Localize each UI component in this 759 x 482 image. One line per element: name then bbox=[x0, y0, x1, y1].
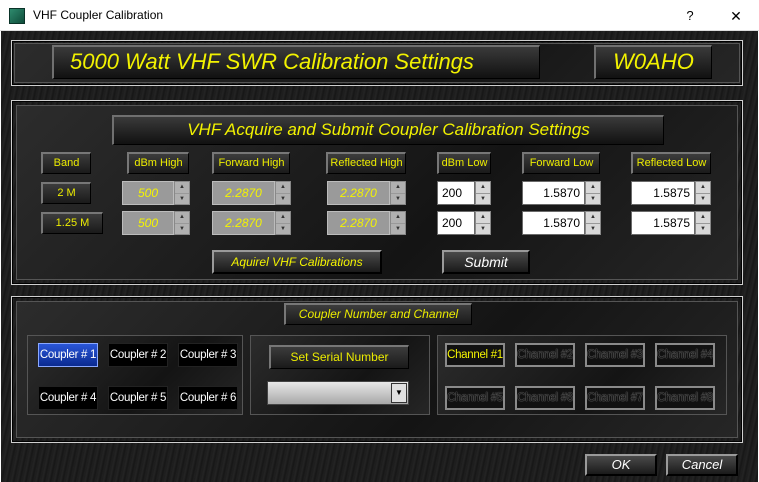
dbm-high-stepper: 500 ▲ ▼ bbox=[122, 211, 190, 235]
forward-high-stepper: 2.2870 ▲ ▼ bbox=[212, 211, 291, 235]
channel-8-button[interactable]: Channel #8 bbox=[655, 386, 715, 410]
dbm-low-stepper[interactable]: 200 ▲ ▼ bbox=[437, 181, 491, 205]
channel-7-button[interactable]: Channel #7 bbox=[585, 386, 645, 410]
reflected-low-stepper[interactable]: 1.5875 ▲ ▼ bbox=[631, 181, 711, 205]
serial-number-select[interactable]: ▼ bbox=[267, 381, 409, 405]
forward-low-stepper[interactable]: 1.5870 ▲ ▼ bbox=[522, 181, 601, 205]
forward-high-stepper: 2.2870 ▲ ▼ bbox=[212, 181, 291, 205]
band-2m-label: 2 M bbox=[41, 182, 91, 204]
channel-5-button[interactable]: Channel #5 bbox=[445, 386, 505, 410]
ok-button[interactable]: OK bbox=[585, 454, 657, 476]
chevron-down-icon[interactable]: ▼ bbox=[391, 383, 407, 403]
channel-2-button[interactable]: Channel #2 bbox=[515, 343, 575, 367]
col-dbm-high: dBm High bbox=[127, 152, 189, 174]
acquire-title: VHF Acquire and Submit Coupler Calibrati… bbox=[112, 115, 664, 145]
channel-3-button[interactable]: Channel #3 bbox=[585, 343, 645, 367]
reflected-high-stepper: 2.2870 ▲ ▼ bbox=[327, 211, 406, 235]
col-reflected-high: Reflected High bbox=[326, 152, 406, 174]
coupler-3-button[interactable]: Coupler # 3 bbox=[178, 343, 238, 367]
coupler-2-button[interactable]: Coupler # 2 bbox=[108, 343, 168, 367]
forward-low-stepper[interactable]: 1.5870 ▲ ▼ bbox=[522, 211, 601, 235]
dialog-client: 5000 Watt VHF SWR Calibration Settings W… bbox=[1, 31, 758, 482]
dbm-high-stepper: 500 ▲ ▼ bbox=[122, 181, 190, 205]
band-125m-label: 1.25 M bbox=[41, 212, 103, 234]
coupler-5-button[interactable]: Coupler # 5 bbox=[108, 386, 168, 410]
callsign-label: W0AHO bbox=[594, 45, 712, 79]
submit-button[interactable]: Submit bbox=[442, 250, 530, 274]
col-band: Band bbox=[41, 152, 91, 174]
coupler-6-button[interactable]: Coupler # 6 bbox=[178, 386, 238, 410]
serial-number-label: Set Serial Number bbox=[269, 345, 409, 369]
acquire-calibrations-button[interactable]: Aquirel VHF Calibrations bbox=[212, 250, 382, 274]
coupler-section-title: Coupler Number and Channel bbox=[284, 303, 472, 325]
cancel-button[interactable]: Cancel bbox=[666, 454, 738, 476]
coupler-1-button[interactable]: Coupler # 1 bbox=[38, 343, 98, 367]
channel-1-button[interactable]: Channel #1 bbox=[445, 343, 505, 367]
col-forward-low: Forward Low bbox=[522, 152, 600, 174]
page-title: 5000 Watt VHF SWR Calibration Settings bbox=[52, 45, 540, 79]
col-forward-high: Forward High bbox=[212, 152, 290, 174]
dbm-low-stepper[interactable]: 200 ▲ ▼ bbox=[437, 211, 491, 235]
app-icon bbox=[9, 8, 25, 24]
reflected-low-stepper[interactable]: 1.5875 ▲ ▼ bbox=[631, 211, 711, 235]
channel-4-button[interactable]: Channel #4 bbox=[655, 343, 715, 367]
help-button[interactable]: ? bbox=[675, 4, 705, 28]
col-dbm-low: dBm Low bbox=[437, 152, 491, 174]
col-reflected-low: Reflected Low bbox=[631, 152, 711, 174]
close-button[interactable]: ✕ bbox=[719, 4, 753, 28]
coupler-4-button[interactable]: Coupler # 4 bbox=[38, 386, 98, 410]
title-bar: VHF Coupler Calibration ? ✕ bbox=[0, 0, 759, 31]
header-panel: 5000 Watt VHF SWR Calibration Settings W… bbox=[11, 40, 743, 86]
channel-6-button[interactable]: Channel #6 bbox=[515, 386, 575, 410]
window-title: VHF Coupler Calibration bbox=[33, 8, 164, 22]
reflected-high-stepper: 2.2870 ▲ ▼ bbox=[327, 181, 406, 205]
